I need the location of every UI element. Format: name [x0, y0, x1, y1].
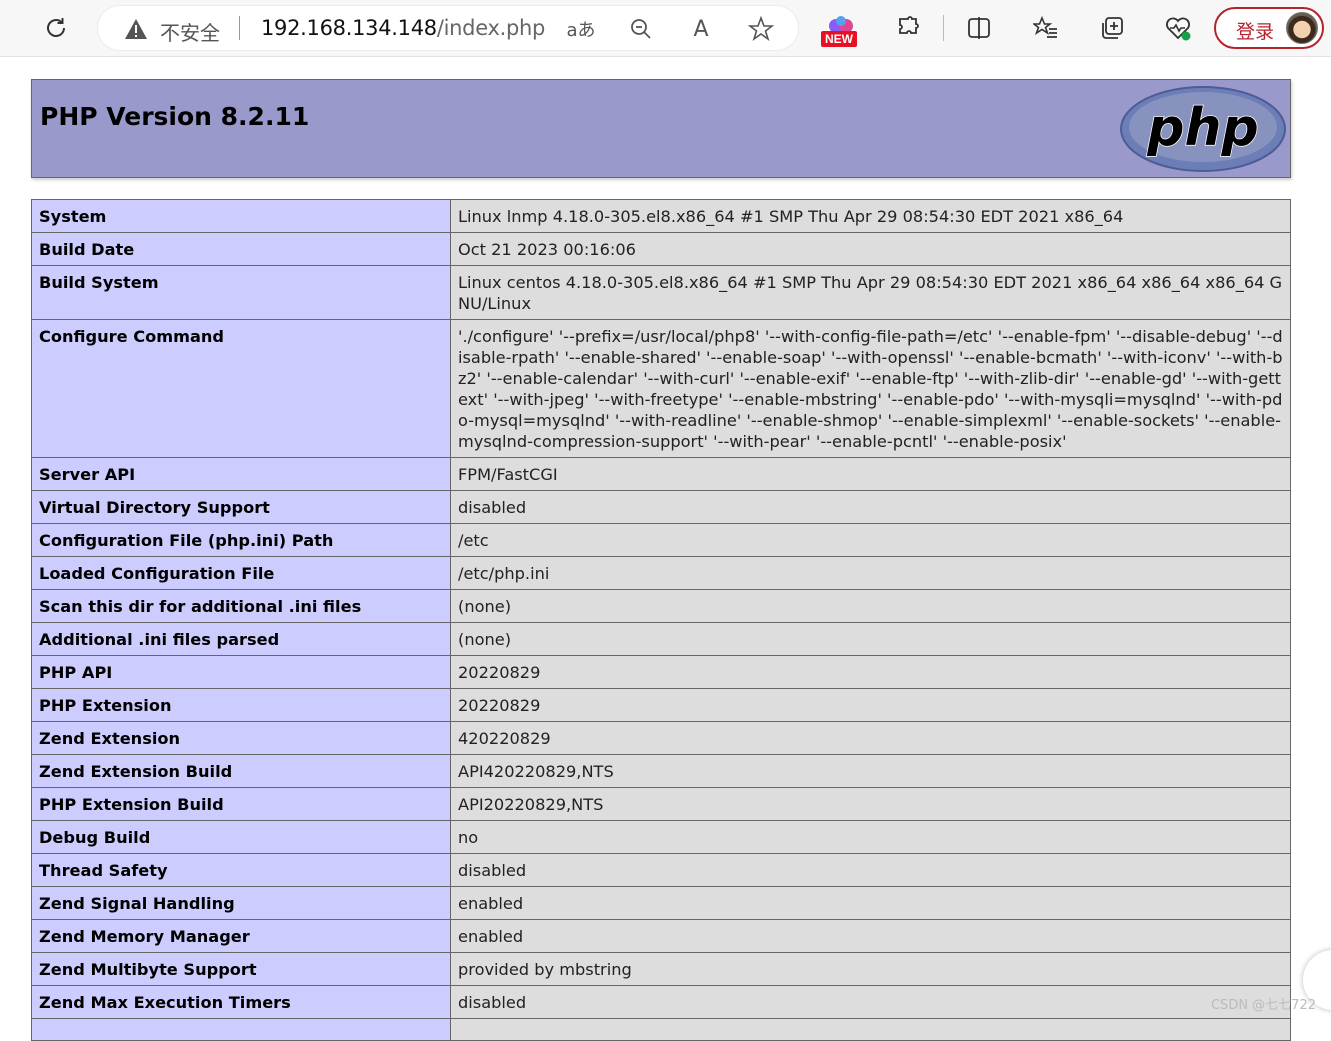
table-row: Zend Extension 420220829	[31, 721, 1291, 755]
table-row: PHP API 20220829	[31, 655, 1291, 689]
translate-label: aあ	[566, 20, 596, 41]
refresh-icon[interactable]	[38, 10, 74, 46]
table-row: Server API FPM/FastCGI	[31, 457, 1291, 491]
table-value-cell: (none)	[450, 622, 1291, 656]
collections-icon[interactable]	[1094, 10, 1130, 46]
favorites-icon[interactable]	[1028, 10, 1064, 46]
table-value-cell: API420220829,NTS	[450, 754, 1291, 788]
table-value-cell: API20220829,NTS	[450, 787, 1291, 821]
table-value-cell: FPM/FastCGI	[450, 457, 1291, 491]
table-key-cell: Debug Build	[31, 820, 451, 854]
address-separator	[239, 16, 240, 40]
login-button[interactable]: 登录	[1214, 7, 1324, 49]
table-key-cell: Configuration File (php.ini) Path	[31, 523, 451, 557]
favorite-star-icon[interactable]	[746, 14, 776, 44]
table-row: System Linux lnmp 4.18.0-305.el8.x86_64 #…	[31, 199, 1291, 233]
table-key-cell: Virtual Directory Support	[31, 490, 451, 524]
table-row: Zend Extension Build API420220829,NTS	[31, 754, 1291, 788]
table-key-cell: PHP Extension	[31, 688, 451, 722]
page-title: PHP Version 8.2.11	[40, 102, 310, 131]
php-version-header: PHP Version 8.2.11 php	[31, 79, 1291, 178]
table-value-cell: Linux centos 4.18.0-305.el8.x86_64 #1 SM…	[450, 265, 1291, 320]
security-label[interactable]: 不安全	[160, 17, 220, 46]
table-key-cell	[31, 1018, 451, 1041]
table-key-cell: System	[31, 199, 451, 233]
table-row: PHP Extension 20220829	[31, 688, 1291, 722]
login-label: 登录	[1236, 21, 1275, 43]
table-value-cell: Oct 21 2023 00:16:06	[450, 232, 1291, 266]
php-logo-text: php	[1146, 98, 1258, 158]
table-key-cell: Configure Command	[31, 319, 451, 458]
table-row: Loaded Configuration File/etc/php.ini	[31, 556, 1291, 590]
table-value-cell: disabled	[450, 853, 1291, 887]
url-text[interactable]: 192.168.134.148/index.php	[261, 16, 545, 40]
table-value-cell: Linux lnmp 4.18.0-305.el8.x86_64 #1 SMP …	[450, 199, 1291, 233]
table-row-cutoff	[31, 1018, 1291, 1041]
table-key-cell: Zend Max Execution Timers	[31, 985, 451, 1019]
translate-icon[interactable]: aあ	[566, 14, 596, 44]
table-row: PHP Extension Build API20220829,NTS	[31, 787, 1291, 821]
read-aloud-icon[interactable]: A	[686, 14, 716, 44]
table-value-cell: provided by mbstring	[450, 952, 1291, 986]
table-key-cell: Loaded Configuration File	[31, 556, 451, 590]
table-row: Configure Command './configure' '--prefix…	[31, 319, 1291, 458]
table-key-cell: Server API	[31, 457, 451, 491]
table-value-cell: 20220829	[450, 688, 1291, 722]
table-value-cell: enabled	[450, 886, 1291, 920]
table-row: Build System Linux centos 4.18.0-305.el8.…	[31, 265, 1291, 320]
new-badge: NEW	[821, 31, 857, 47]
warning-icon[interactable]	[124, 18, 148, 45]
table-value-cell	[450, 1018, 1291, 1041]
address-bar[interactable]: 不安全 192.168.134.148/index.php aあ A	[98, 6, 798, 50]
table-row: Zend Signal Handling enabled	[31, 886, 1291, 920]
table-value-cell: /etc	[450, 523, 1291, 557]
table-value-cell: disabled	[450, 985, 1291, 1019]
split-screen-icon[interactable]	[961, 10, 997, 46]
table-row: Zend Multibyte Support provided by mbstri…	[31, 952, 1291, 986]
table-key-cell: Zend Multibyte Support	[31, 952, 451, 986]
table-key-cell: Zend Memory Manager	[31, 919, 451, 953]
table-row: Scan this dir for additional .ini files(…	[31, 589, 1291, 623]
table-key-cell: Zend Extension	[31, 721, 451, 755]
table-row: Build Date Oct 21 2023 00:16:06	[31, 232, 1291, 266]
table-key-cell: Scan this dir for additional .ini files	[31, 589, 451, 623]
extensions-icon[interactable]	[890, 10, 926, 46]
table-value-cell: disabled	[450, 490, 1291, 524]
table-value-cell: /etc/php.ini	[450, 556, 1291, 590]
table-key-cell: Build System	[31, 265, 451, 320]
avatar[interactable]	[1286, 12, 1318, 44]
table-row: Additional .ini files parsed (none)	[31, 622, 1291, 656]
table-row: Thread Safety disabled	[31, 853, 1291, 887]
table-row: Configuration File (php.ini) Path/etc	[31, 523, 1291, 557]
zoom-icon[interactable]	[626, 14, 656, 44]
table-value-cell: (none)	[450, 589, 1291, 623]
browser-essentials-icon[interactable]	[1160, 10, 1196, 46]
read-aloud-label: A	[693, 16, 709, 42]
table-row: Virtual Directory Support disabled	[31, 490, 1291, 524]
table-key-cell: Zend Extension Build	[31, 754, 451, 788]
table-value-cell: no	[450, 820, 1291, 854]
browser-toolbar: 不安全 192.168.134.148/index.php aあ A NEW 登…	[0, 0, 1331, 57]
table-key-cell: PHP Extension Build	[31, 787, 451, 821]
table-value-cell: 420220829	[450, 721, 1291, 755]
table-key-cell: Additional .ini files parsed	[31, 622, 451, 656]
table-key-cell: PHP API	[31, 655, 451, 689]
url-path: /index.php	[436, 16, 546, 40]
table-value-cell: enabled	[450, 919, 1291, 953]
php-logo[interactable]: php	[1119, 85, 1287, 173]
table-key-cell: Zend Signal Handling	[31, 886, 451, 920]
table-key-cell: Thread Safety	[31, 853, 451, 887]
php-info-table-body: System Linux lnmp 4.18.0-305.el8.x86_64 #…	[31, 199, 1291, 1019]
toolbar-divider	[943, 15, 944, 41]
php-info-table: System Linux lnmp 4.18.0-305.el8.x86_64 #…	[31, 199, 1291, 1041]
table-row: Zend Max Execution Timers disabled	[31, 985, 1291, 1019]
table-row: Zend Memory Manager enabled	[31, 919, 1291, 953]
url-host: 192.168.134.148	[261, 16, 437, 40]
table-key-cell: Build Date	[31, 232, 451, 266]
table-value-cell: './configure' '--prefix=/usr/local/php8'…	[450, 319, 1291, 458]
table-value-cell: 20220829	[450, 655, 1291, 689]
watermark: CSDN @七七722	[1210, 998, 1316, 1013]
table-row: Debug Build no	[31, 820, 1291, 854]
